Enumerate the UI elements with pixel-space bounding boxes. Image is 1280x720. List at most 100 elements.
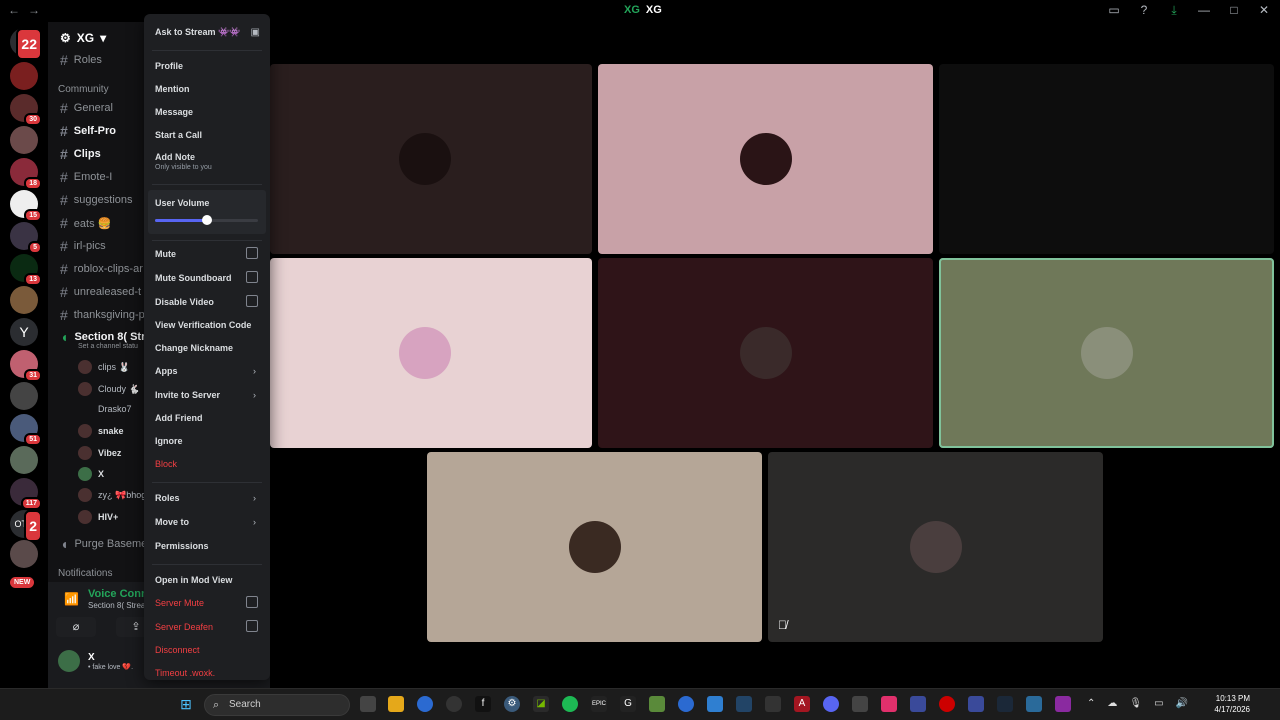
server-icon[interactable]: 117	[10, 478, 42, 510]
voice-member[interactable]: Cloudy 🐇	[78, 382, 140, 396]
server-icon[interactable]	[10, 62, 38, 90]
channel-self-promo[interactable]: # Self-Pro	[60, 123, 116, 139]
direct-messages-button[interactable]: ◉22	[10, 28, 42, 60]
server-icon[interactable]: 13	[10, 254, 42, 286]
server-icon[interactable]: 5	[10, 222, 42, 254]
app-icon[interactable]	[1026, 696, 1042, 712]
channel-emote[interactable]: # Emote-I	[60, 169, 112, 185]
file-explorer-icon[interactable]	[388, 696, 404, 712]
app-icon[interactable]	[968, 696, 984, 712]
participant-tile[interactable]	[427, 452, 762, 642]
change-nickname-item[interactable]: Change Nickname	[155, 343, 233, 353]
block-item[interactable]: Block	[155, 459, 177, 469]
system-tray[interactable]: ⌃ ☁ 🎙 ▭ 🔊	[1087, 698, 1188, 709]
windows-start-icon[interactable]: ⊞	[178, 696, 194, 712]
camera-off-icon[interactable]: ⌀	[56, 617, 96, 637]
voice-member[interactable]: X	[78, 467, 104, 481]
voice-member[interactable]: HIV+	[78, 510, 118, 524]
disconnect-item[interactable]: Disconnect	[155, 645, 200, 655]
server-header[interactable]: ⚙ XG ▾	[60, 31, 106, 45]
cloud-icon[interactable]: ☁	[1107, 698, 1117, 709]
app-icon[interactable]	[446, 696, 462, 712]
server-icon[interactable]: Y	[10, 318, 38, 346]
minecraft-icon[interactable]	[649, 696, 665, 712]
microphone-icon[interactable]: 🎙	[1129, 698, 1142, 709]
network-icon[interactable]: ▭	[1154, 698, 1163, 709]
participant-tile-speaking[interactable]	[939, 258, 1274, 448]
app-icon[interactable]	[910, 696, 926, 712]
server-icon[interactable]	[10, 126, 38, 154]
add-note-item[interactable]: Add Note Only visible to you	[155, 152, 212, 171]
capcut-icon[interactable]: f	[475, 696, 491, 712]
discord-icon[interactable]	[823, 696, 839, 712]
server-icon[interactable]	[10, 286, 38, 314]
server-deafen-checkbox[interactable]	[246, 620, 258, 632]
server-icon[interactable]: 30	[10, 94, 42, 126]
app-icon[interactable]: A	[794, 696, 810, 712]
help-icon[interactable]: ?	[1136, 3, 1152, 18]
server-icon[interactable]: 18	[10, 158, 42, 190]
app-icon[interactable]	[736, 696, 752, 712]
participant-tile[interactable]	[598, 258, 933, 448]
profile-item[interactable]: Profile	[155, 61, 183, 71]
settings-icon[interactable]: ⚙	[504, 696, 520, 712]
mute-soundboard-item[interactable]: Mute Soundboard	[155, 273, 232, 283]
channel-clips[interactable]: # Clips	[60, 146, 101, 162]
user-volume-slider[interactable]	[155, 215, 258, 225]
server-icon[interactable]	[10, 540, 38, 568]
server-mute-item[interactable]: Server Mute	[155, 598, 204, 608]
category-community[interactable]: Community	[58, 84, 109, 95]
navigation-arrows[interactable]: ←→	[8, 3, 48, 17]
mod-view-item[interactable]: Open in Mod View	[155, 575, 232, 585]
permissions-item[interactable]: Permissions	[155, 541, 209, 551]
ignore-item[interactable]: Ignore	[155, 436, 183, 446]
inbox-icon[interactable]: ▭	[1106, 3, 1122, 18]
spotify-icon[interactable]	[562, 696, 578, 712]
ask-to-stream-item[interactable]: Ask to Stream 👾👾	[155, 27, 240, 38]
app-icon[interactable]	[852, 696, 868, 712]
roles-item[interactable]: Roles	[155, 493, 180, 503]
message-item[interactable]: Message	[155, 107, 193, 117]
minimize-button[interactable]: —	[1196, 3, 1212, 18]
timeout-item[interactable]: Timeout .woxk.	[155, 668, 215, 678]
participant-tile[interactable]: 🎙̸	[768, 452, 1103, 642]
channel-unreleased[interactable]: # unrealeased-t	[60, 284, 141, 300]
channel-eats[interactable]: # eats 🍔	[60, 215, 111, 231]
disable-video-item[interactable]: Disable Video	[155, 297, 214, 307]
chrome-icon[interactable]	[417, 696, 433, 712]
voice-channel-purge[interactable]: ◖ Purge Basemen	[60, 536, 153, 552]
voice-member[interactable]: clips 🐰	[78, 360, 130, 374]
channel-roles[interactable]: # Roles	[60, 52, 102, 68]
app-icon[interactable]	[707, 696, 723, 712]
signal-icon[interactable]: 📶	[64, 592, 79, 606]
app-icon[interactable]	[765, 696, 781, 712]
mention-item[interactable]: Mention	[155, 84, 190, 94]
channel-irl-pics[interactable]: # irl-pics	[60, 238, 106, 254]
invite-item[interactable]: Invite to Server	[155, 390, 220, 400]
server-icon[interactable]: 51	[10, 414, 42, 446]
tiktok-icon[interactable]	[881, 696, 897, 712]
user-volume-handle[interactable]	[201, 215, 212, 225]
app-icon[interactable]: G	[620, 696, 636, 712]
participant-tile[interactable]	[270, 64, 592, 254]
server-icon[interactable]: OTD2	[10, 510, 42, 542]
view-verification-item[interactable]: View Verification Code	[155, 320, 251, 330]
voice-member[interactable]: zy¿ 🎀bhog	[78, 488, 146, 502]
add-friend-item[interactable]: Add Friend	[155, 413, 203, 423]
channel-thanksgiving[interactable]: # thanksgiving-p	[60, 307, 145, 323]
mute-item[interactable]: Mute	[155, 249, 176, 259]
server-icon[interactable]: 15	[10, 190, 42, 222]
app-icon[interactable]	[1055, 696, 1071, 712]
disable-video-checkbox[interactable]	[246, 295, 258, 307]
channel-general[interactable]: # General	[60, 100, 113, 116]
download-icon[interactable]: ⤓	[1166, 3, 1182, 18]
voice-member[interactable]: snake	[78, 424, 124, 438]
chevron-up-icon[interactable]: ⌃	[1087, 698, 1095, 709]
channel-roblox-clips[interactable]: # roblox-clips-ar	[60, 261, 143, 277]
taskbar-search[interactable]: ⌕ Search	[204, 694, 350, 716]
mute-soundboard-checkbox[interactable]	[246, 271, 258, 283]
nvidia-icon[interactable]: ◪	[533, 696, 549, 712]
browser-icon[interactable]	[678, 696, 694, 712]
channel-status[interactable]: Set a channel statu	[78, 343, 138, 350]
mute-checkbox[interactable]	[246, 247, 258, 259]
